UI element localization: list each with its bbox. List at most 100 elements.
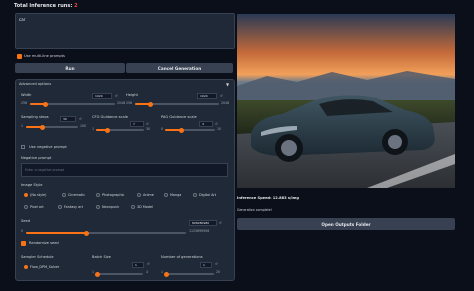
cfg-scale-input[interactable]: 7 bbox=[130, 121, 144, 127]
height-label: Height bbox=[126, 93, 138, 97]
generation-status-text: Generation complete! bbox=[237, 208, 272, 212]
style-option-anime[interactable]: Anime bbox=[137, 193, 154, 197]
pag-scale-slider[interactable] bbox=[165, 127, 215, 133]
negative-prompt-toggle-label: Use negative prompt bbox=[29, 145, 67, 149]
style-option-label: Photographic bbox=[102, 193, 125, 197]
width-min: 256 bbox=[21, 101, 28, 105]
prompt-textarea[interactable]: car bbox=[15, 13, 235, 49]
batch-min: 1 bbox=[92, 270, 95, 274]
cfg-scale-label: CFG Guidance scale bbox=[92, 115, 128, 119]
sampler-option-flow-dpm[interactable]: Flow_DPM_Solver bbox=[24, 265, 59, 269]
seed-min: 0 bbox=[21, 229, 24, 233]
style-option-manga[interactable]: Manga bbox=[164, 193, 181, 197]
cfg-min: 1 bbox=[92, 127, 95, 131]
seed-slider[interactable] bbox=[26, 230, 186, 236]
advanced-options-panel bbox=[15, 79, 235, 281]
width-number-input[interactable]: 1024 bbox=[92, 93, 112, 99]
open-outputs-folder-button[interactable]: Open Outputs Folder bbox=[237, 218, 455, 230]
height-slider[interactable] bbox=[135, 101, 219, 107]
sampling-steps-input[interactable]: 30 bbox=[60, 116, 76, 122]
pag-reset-icon[interactable]: ↺ bbox=[215, 122, 218, 126]
radio-selected-icon bbox=[24, 193, 28, 197]
sampling-steps-slider[interactable] bbox=[26, 124, 78, 130]
sampler-schedule-label: Sampler Schedule bbox=[21, 255, 54, 259]
cfg-slider-handle[interactable] bbox=[105, 127, 110, 133]
generations-reset-icon[interactable]: ↺ bbox=[215, 262, 218, 266]
sampling-reset-icon[interactable]: ↺ bbox=[79, 117, 82, 121]
radio-icon bbox=[131, 205, 135, 209]
multiline-checkbox[interactable] bbox=[17, 54, 22, 59]
negative-prompt-checkbox[interactable] bbox=[21, 145, 25, 149]
collapse-toggle-icon[interactable]: ▼ bbox=[226, 82, 229, 87]
height-reset-icon[interactable]: ↺ bbox=[220, 94, 223, 98]
generations-slider-handle[interactable] bbox=[164, 271, 169, 277]
batch-size-label: Batch Size bbox=[92, 255, 111, 259]
seed-reset-icon[interactable]: ↺ bbox=[219, 221, 222, 225]
width-max: 2048 bbox=[117, 101, 126, 105]
cancel-generation-button[interactable]: Cancel Generation bbox=[126, 63, 233, 73]
width-slider[interactable] bbox=[30, 101, 115, 107]
generations-input[interactable]: 1 bbox=[200, 262, 212, 268]
advanced-options-title: Advanced options bbox=[19, 82, 52, 86]
style-option-pixel-art[interactable]: Pixel art bbox=[24, 205, 44, 209]
radio-icon bbox=[137, 193, 141, 197]
inference-count-value: 2 bbox=[74, 3, 78, 9]
prompt-text: car bbox=[19, 17, 26, 22]
pag-slider-fill bbox=[165, 129, 180, 131]
pag-min: 0 bbox=[161, 127, 164, 131]
generated-car-image bbox=[237, 14, 455, 188]
batch-reset-icon[interactable]: ↺ bbox=[147, 262, 150, 266]
style-option-label: Anime bbox=[143, 193, 154, 197]
batch-size-input[interactable]: 1 bbox=[132, 262, 144, 268]
sampling-slider-handle[interactable] bbox=[40, 124, 45, 130]
image-style-label: Image Style bbox=[21, 183, 43, 187]
width-reset-icon[interactable]: ↺ bbox=[115, 94, 118, 98]
style-option-label: Digital Art bbox=[199, 193, 217, 197]
style-option-label: Neonpunk bbox=[102, 205, 120, 209]
cfg-reset-icon[interactable]: ↺ bbox=[146, 122, 149, 126]
style-option-label: Manga bbox=[170, 193, 182, 197]
inference-count-label: Total inference runs: bbox=[14, 3, 73, 9]
generations-min: 1 bbox=[161, 270, 164, 274]
seed-slider-fill bbox=[26, 232, 86, 234]
height-number-input[interactable]: 1024 bbox=[197, 93, 217, 99]
width-slider-handle[interactable] bbox=[43, 101, 48, 107]
sampling-min: 1 bbox=[21, 124, 24, 128]
sampling-max: 100 bbox=[80, 124, 87, 128]
generations-slider[interactable] bbox=[164, 271, 214, 277]
randomize-seed-checkbox[interactable] bbox=[21, 241, 26, 246]
multiline-label: Use multi-line prompts bbox=[24, 54, 65, 58]
height-slider-handle[interactable] bbox=[148, 101, 153, 107]
style-option-fantasy-art[interactable]: Fantasy art bbox=[58, 205, 83, 209]
negative-prompt-placeholder: Enter a negative prompt bbox=[25, 168, 65, 172]
width-label: Width bbox=[21, 93, 32, 97]
seed-slider-handle[interactable] bbox=[84, 230, 89, 236]
batch-size-slider[interactable] bbox=[95, 271, 143, 277]
style-option-digital-art[interactable]: Digital Art bbox=[193, 193, 216, 197]
radio-icon bbox=[58, 205, 62, 209]
style-option-3d-model[interactable]: 3D Model bbox=[131, 205, 153, 209]
style-option-label: Cinematic bbox=[68, 193, 86, 197]
radio-icon bbox=[193, 193, 197, 197]
run-button[interactable]: Run bbox=[15, 63, 125, 73]
batch-max: 4 bbox=[146, 270, 149, 274]
output-image bbox=[237, 14, 455, 188]
radio-icon bbox=[96, 193, 100, 197]
seed-number-input[interactable]: 808280980 bbox=[189, 220, 217, 226]
radio-selected-icon bbox=[24, 265, 28, 269]
pag-scale-input[interactable]: 3 bbox=[199, 121, 213, 127]
height-min: 256 bbox=[126, 101, 133, 105]
negative-prompt-input[interactable]: Enter a negative prompt bbox=[21, 163, 228, 177]
style-option-no-style[interactable]: (No style) bbox=[24, 193, 46, 197]
style-option-neonpunk[interactable]: Neonpunk bbox=[96, 205, 119, 209]
cfg-scale-slider[interactable] bbox=[96, 127, 144, 133]
seed-max: 1125899906 bbox=[189, 229, 210, 233]
randomize-seed-label: Randomize seed bbox=[29, 241, 59, 245]
pag-slider-handle[interactable] bbox=[179, 127, 184, 133]
batch-slider-handle[interactable] bbox=[95, 271, 100, 277]
style-option-cinematic[interactable]: Cinematic bbox=[62, 193, 85, 197]
radio-icon bbox=[24, 205, 28, 209]
sampling-steps-label: Sampling steps bbox=[21, 115, 49, 119]
radio-icon bbox=[96, 205, 100, 209]
style-option-photographic[interactable]: Photographic bbox=[96, 193, 124, 197]
